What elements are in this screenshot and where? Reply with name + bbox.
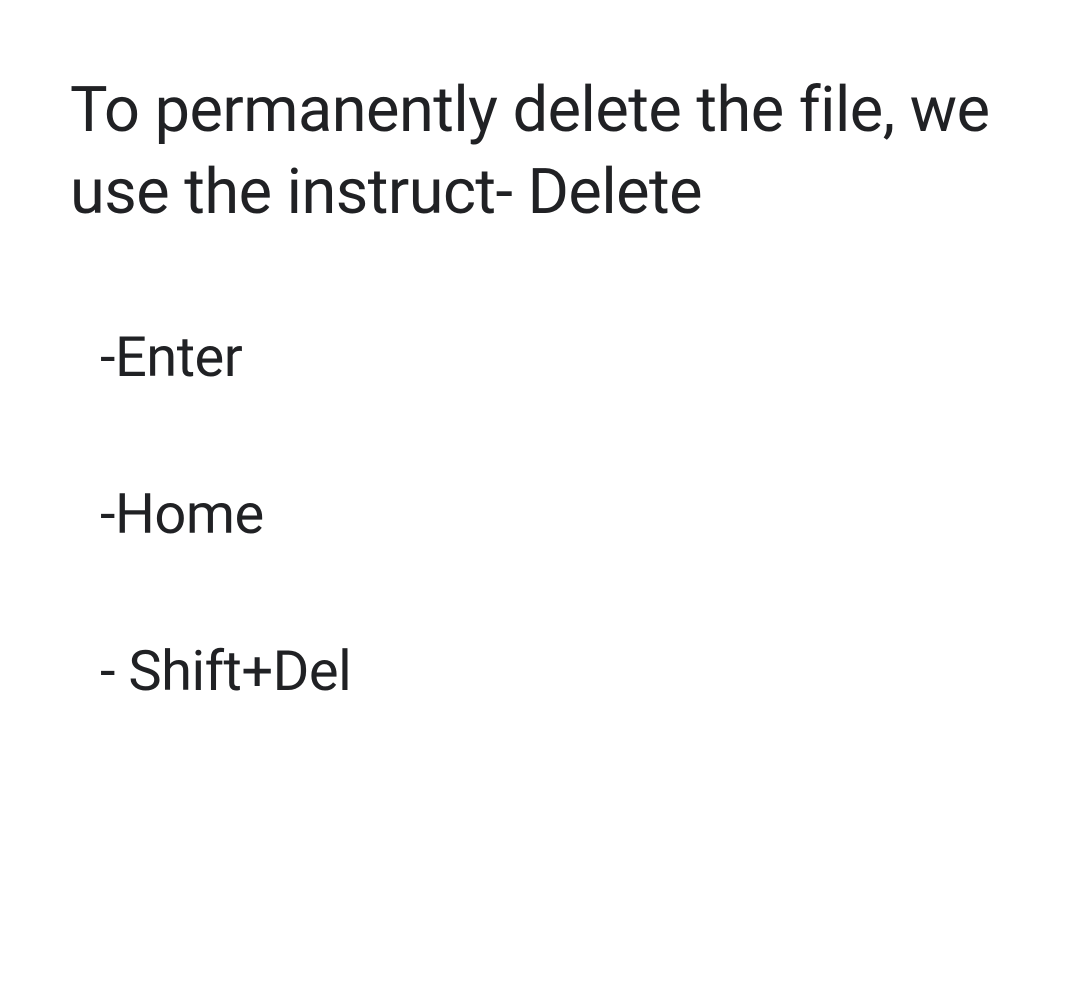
option-item: - Shift+Del <box>100 638 1010 705</box>
option-item: -Home <box>100 481 1010 548</box>
options-list: -Enter -Home - Shift+Del <box>70 324 1010 706</box>
option-item: -Enter <box>100 324 1010 391</box>
question-text: To permanently delete the file, we use t… <box>70 70 1010 234</box>
